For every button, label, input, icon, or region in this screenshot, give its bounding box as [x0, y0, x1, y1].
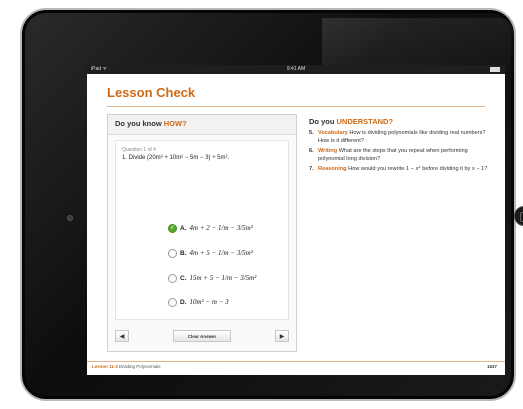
clear-answer-button[interactable]: Clear Answer: [173, 330, 231, 342]
clock: 9:41 AM: [286, 66, 306, 72]
exercise-keyword: Reasoning: [318, 166, 347, 172]
page-footer: Lesson 11-3 Dividing Polynomials 1637: [87, 363, 505, 373]
radio-button[interactable]: [168, 297, 177, 307]
understand-panel: Do you UNDERSTAND? 5. Vocabulary How is …: [309, 117, 489, 177]
choice-a[interactable]: ✓ A. 4m + 2 − 1/m − 3/5m²: [168, 218, 253, 238]
home-button[interactable]: [514, 206, 523, 226]
battery-icon: [490, 67, 500, 72]
radio-button[interactable]: [168, 273, 177, 283]
question-navigation: ◀ Clear Answer ▶: [115, 330, 289, 344]
checkmark-icon[interactable]: ✓: [168, 223, 177, 233]
choice-letter: D.: [180, 298, 187, 306]
choice-expression: 4m + 5 − 1/m − 3/5m²: [189, 249, 253, 257]
exercise-number: 7.: [309, 166, 314, 172]
know-how-panel: Do you know HOW? Question 1 of 4 1. Divi…: [107, 114, 297, 352]
understand-header-prefix: Do you: [309, 117, 337, 126]
title-divider: [107, 106, 485, 107]
exercise-item: 5. Vocabulary How is dividing polynomial…: [309, 130, 489, 145]
page-title: Lesson Check: [107, 85, 196, 100]
carrier-label: iPad ᯤ: [91, 66, 107, 72]
lesson-title: Dividing Polynomials: [119, 364, 161, 369]
know-how-header-prefix: Do you know: [115, 119, 164, 128]
choice-letter: B.: [180, 249, 187, 257]
next-question-button[interactable]: ▶: [275, 330, 289, 342]
lesson-number: Lesson 11-3: [92, 364, 118, 369]
status-bar: iPad ᯤ 9:41 AM: [87, 65, 505, 74]
lesson-label: Lesson 11-3 Dividing Polynomials: [92, 364, 161, 369]
exercise-number: 5.: [309, 130, 314, 136]
choice-expression: 4m + 2 − 1/m − 3/5m²: [189, 224, 253, 232]
choice-d[interactable]: D. 10m² − m − 3: [168, 292, 229, 312]
question-text: 1. Divide (20m³ + 10m² − 5m − 3) ÷ 5m².: [122, 155, 230, 161]
understand-header-accent: UNDERSTAND?: [336, 117, 394, 126]
footer-divider: [87, 361, 505, 362]
exercise-item: 6. Writing What are the steps that you r…: [309, 148, 489, 163]
choice-letter: C.: [180, 274, 187, 282]
exercise-number: 6.: [309, 148, 314, 154]
know-how-header: Do you know HOW?: [108, 115, 296, 135]
understand-header: Do you UNDERSTAND?: [309, 117, 489, 126]
page-number: 1637: [486, 364, 497, 369]
exercise-keyword: Vocabulary: [318, 130, 348, 136]
know-how-header-accent: HOW?: [163, 119, 187, 128]
screen: iPad ᯤ 9:41 AM Lesson Check Do you know …: [87, 65, 505, 375]
ipad-device: iPad ᯤ 9:41 AM Lesson Check Do you know …: [20, 8, 523, 401]
choice-expression: 10m² − m − 3: [189, 298, 229, 306]
previous-question-button[interactable]: ◀: [115, 330, 129, 342]
choice-letter: A.: [180, 224, 187, 232]
radio-button[interactable]: [168, 248, 177, 258]
question-counter: Question 1 of 4: [122, 147, 156, 153]
camera-icon: [67, 215, 73, 221]
exercise-text: What are the steps that you repeat when …: [318, 148, 468, 162]
choice-c[interactable]: C. 15m + 5 − 1/m − 3/5m²: [168, 268, 256, 288]
exercise-keyword: Writing: [318, 148, 338, 154]
exercise-item: 7. Reasoning How would you rewrite 1 − x…: [309, 166, 489, 174]
choice-expression: 15m + 5 − 1/m − 3/5m²: [189, 274, 257, 282]
exercise-text: How would you rewrite 1 − x⁴ before divi…: [348, 166, 488, 172]
choice-b[interactable]: B. 4m + 5 − 1/m − 3/5m²: [168, 243, 253, 263]
question-card: Question 1 of 4 1. Divide (20m³ + 10m² −…: [115, 140, 289, 320]
